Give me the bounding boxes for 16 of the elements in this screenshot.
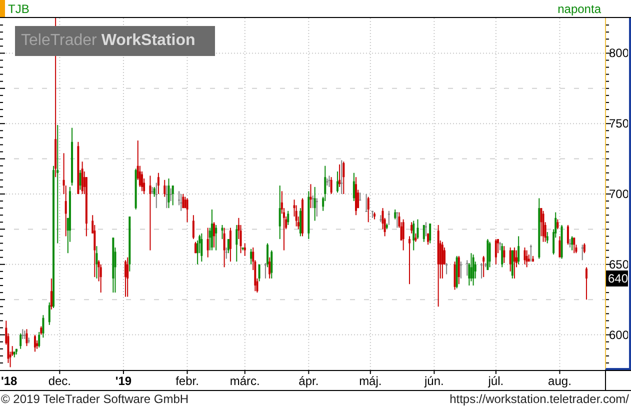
x-axis-label: febr.	[176, 374, 199, 388]
watermark-logo: TeleTrader WorkStation	[15, 26, 215, 56]
x-axis-label: aug.	[548, 374, 572, 388]
x-axis-label: júl.	[488, 374, 504, 388]
last-price-label: 640	[606, 270, 628, 286]
x-axis-label: '19	[115, 374, 132, 388]
copyright-text: © 2019 TeleTrader Software GmbH	[1, 393, 189, 405]
x-axis-label: ápr.	[298, 374, 319, 388]
interval-label: naponta	[558, 2, 601, 14]
url-link[interactable]: https://workstation.teletrader.com/	[450, 393, 629, 405]
x-axis-label: jún.	[424, 374, 444, 388]
x-axis-label: dec.	[48, 374, 72, 388]
x-axis-label: '18	[1, 374, 18, 388]
x-axis-label: máj.	[359, 374, 382, 388]
symbol-label: TJB	[8, 2, 30, 14]
x-axis-label: márc.	[230, 374, 260, 388]
